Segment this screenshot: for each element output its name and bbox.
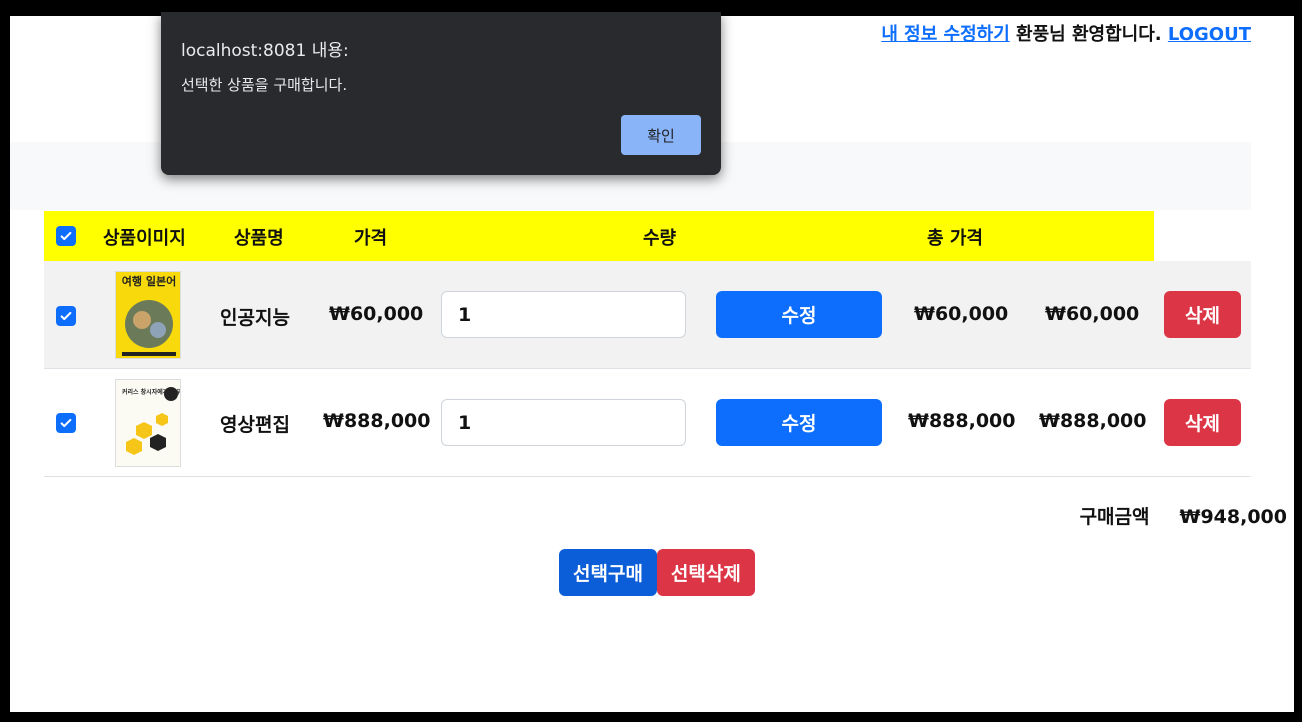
purchase-summary: 구매금액 ₩948,000 bbox=[1080, 502, 1287, 529]
product-image: 여행 일본어 bbox=[115, 271, 181, 359]
quantity-input[interactable] bbox=[441, 399, 686, 446]
edit-button[interactable]: 수정 bbox=[716, 399, 882, 446]
table-row: 커리스 창시자에게 배우는 티끌님 영상편집 ₩888,000 수정 ₩888,… bbox=[44, 369, 1251, 477]
total-price: ₩888,000 bbox=[1039, 410, 1147, 432]
product-name: 영상편집 bbox=[220, 414, 290, 436]
header-price: 가격 bbox=[354, 228, 388, 249]
product-price: ₩888,000 bbox=[323, 410, 431, 432]
delete-button[interactable]: 삭제 bbox=[1164, 399, 1241, 446]
header-total: 총 가격 bbox=[927, 228, 983, 249]
dialog-message: 선택한 상품을 구매합니다. bbox=[181, 76, 348, 94]
check-icon bbox=[60, 231, 72, 241]
summary-amount: ₩948,000 bbox=[1179, 506, 1288, 528]
bulk-actions: 선택구매 선택삭제 bbox=[559, 549, 755, 596]
delete-selected-button[interactable]: 선택삭제 bbox=[656, 549, 755, 596]
unit-price: ₩888,000 bbox=[908, 410, 1016, 432]
header-name: 상품명 bbox=[234, 228, 284, 249]
table-row: 여행 일본어 인공지능 ₩60,000 수정 ₩60,000 ₩60,000 삭… bbox=[44, 261, 1251, 369]
product-name: 인공지능 bbox=[220, 307, 290, 329]
product-image: 커리스 창시자에게 배우는 티끌님 bbox=[115, 379, 181, 467]
summary-label: 구매금액 bbox=[1079, 506, 1150, 528]
alert-dialog: localhost:8081 내용: 선택한 상품을 구매합니다. 확인 bbox=[161, 12, 721, 175]
edit-profile-link[interactable]: 내 정보 수정하기 bbox=[881, 24, 1009, 45]
select-all-checkbox[interactable] bbox=[56, 226, 76, 246]
header-links: 내 정보 수정하기 환풍님 환영합니다. LOGOUT bbox=[881, 20, 1251, 46]
svg-text:여행 일본어: 여행 일본어 bbox=[122, 274, 176, 288]
quantity-input[interactable] bbox=[441, 291, 686, 338]
book-cover-icon: 커리스 창시자에게 배우는 티끌님 bbox=[116, 380, 180, 466]
welcome-text: 환풍님 환영합니다. bbox=[1009, 24, 1168, 45]
row-checkbox[interactable] bbox=[56, 413, 76, 433]
check-icon bbox=[60, 311, 72, 321]
edit-button[interactable]: 수정 bbox=[716, 291, 882, 338]
check-icon bbox=[60, 418, 72, 428]
product-price: ₩60,000 bbox=[329, 303, 424, 325]
dialog-origin: localhost:8081 내용: bbox=[181, 41, 349, 61]
dialog-ok-button[interactable]: 확인 bbox=[621, 115, 701, 155]
row-checkbox[interactable] bbox=[56, 306, 76, 326]
table-header: 상품이미지 상품명 가격 수량 총 가격 bbox=[44, 211, 1154, 261]
book-cover-icon: 여행 일본어 bbox=[116, 272, 180, 358]
header-quantity: 수량 bbox=[643, 228, 677, 249]
delete-button[interactable]: 삭제 bbox=[1164, 291, 1241, 338]
cart-table: 상품이미지 상품명 가격 수량 총 가격 여행 일본어 인공지능 ₩60,000… bbox=[44, 211, 1251, 477]
logout-link[interactable]: LOGOUT bbox=[1168, 24, 1251, 45]
unit-price: ₩60,000 bbox=[914, 303, 1009, 325]
total-price: ₩60,000 bbox=[1045, 303, 1140, 325]
header-image: 상품이미지 bbox=[103, 228, 186, 249]
buy-selected-button[interactable]: 선택구매 bbox=[559, 549, 657, 596]
